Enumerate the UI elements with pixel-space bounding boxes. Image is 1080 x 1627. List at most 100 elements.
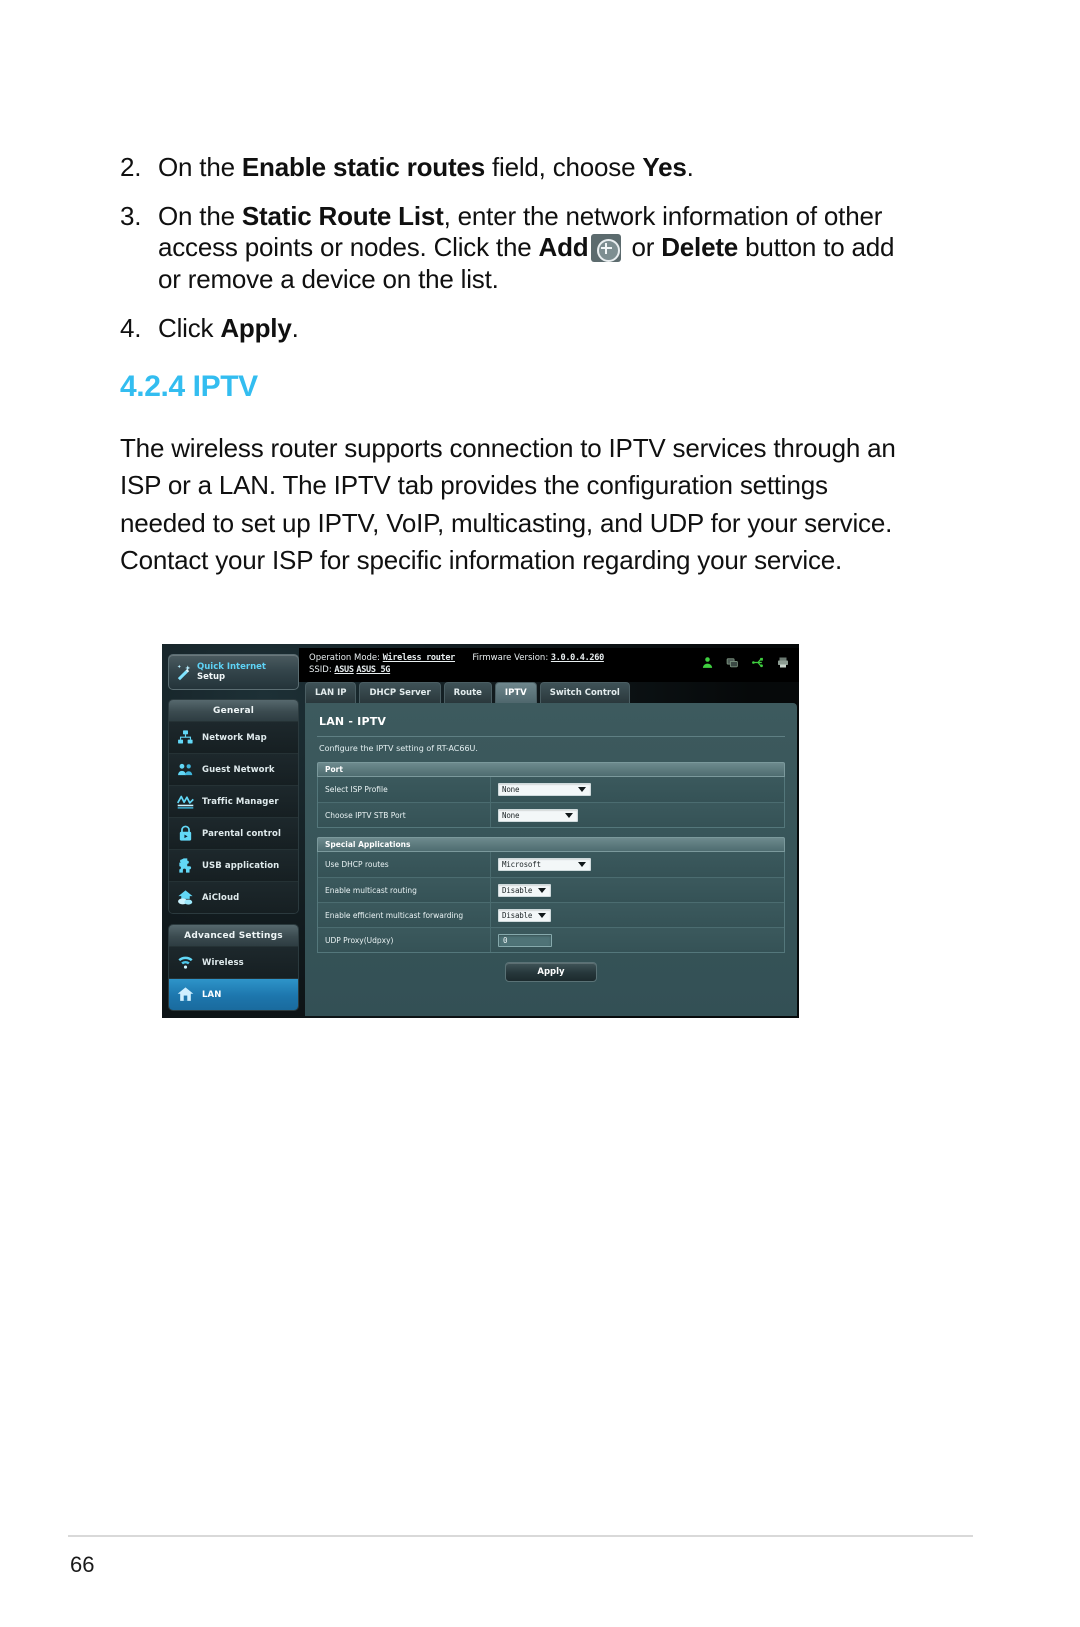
section-heading: 4.2.4 IPTV: [120, 369, 258, 403]
firmware-value[interactable]: 3.0.0.4.260: [551, 653, 604, 663]
lock-icon: [179, 825, 192, 841]
row-value: None: [491, 808, 784, 822]
network-map-icon: [178, 730, 193, 744]
sidebar-item-usb-application[interactable]: USB application: [169, 849, 298, 881]
sidebar-item-parental-control[interactable]: Parental control: [169, 817, 298, 849]
add-plus-vertical: [605, 242, 608, 254]
settings-table-port: Select ISP Profile None Choose IPTV STB …: [317, 777, 785, 828]
add-circle-icon: [591, 234, 622, 263]
select-isp-profile-dropdown[interactable]: None: [498, 783, 591, 796]
step-text-mid-2: or: [624, 232, 662, 263]
chevron-down-icon: [538, 912, 547, 918]
sidebar-item-traffic-manager[interactable]: Traffic Manager: [169, 785, 298, 817]
router-main-area: Operation Mode: Wireless router Firmware…: [299, 644, 799, 1018]
use-dhcp-routes-dropdown[interactable]: Microsoft: [498, 858, 591, 871]
sidebar-group-title: Advanced Settings: [169, 925, 298, 946]
select-value: None: [502, 810, 520, 820]
sidebar-item-wireless[interactable]: Wireless: [169, 946, 298, 978]
step-text-lead: On the: [158, 152, 242, 182]
sidebar-item-label: USB application: [202, 860, 280, 871]
quick-internet-setup-button[interactable]: Quick Internet Setup: [168, 654, 299, 690]
row-value: 0: [491, 933, 784, 947]
select-value: Disable: [502, 885, 533, 895]
chevron-down-icon: [565, 812, 573, 818]
tab-iptv[interactable]: IPTV: [494, 682, 537, 703]
tab-route[interactable]: Route: [443, 682, 492, 703]
sidebar-item-label: LAN: [202, 989, 222, 1000]
table-row: Enable multicast routing Disable: [318, 877, 784, 902]
table-row: Choose IPTV STB Port None: [318, 802, 784, 827]
router-ui-screenshot: Quick InternetSetup General Network Map: [162, 644, 799, 1018]
select-value: Disable: [502, 910, 533, 920]
step-number: 2.: [120, 152, 142, 182]
row-value: Microsoft: [491, 858, 784, 871]
page-number: 66: [70, 1552, 95, 1577]
step-number: 3.: [120, 201, 142, 232]
table-row: Enable efficient multicast forwarding Di…: [318, 902, 784, 927]
row-label: Choose IPTV STB Port: [318, 803, 491, 827]
step-text: On the Enable static routes field, choos…: [158, 152, 920, 183]
chevron-down-icon: [578, 862, 586, 867]
ssid-value-5g[interactable]: ASUS_5G: [356, 665, 390, 675]
tab-dhcp-server[interactable]: DHCP Server: [359, 682, 441, 703]
traffic-manager-icon: [177, 795, 194, 809]
step-text: Click Apply.: [158, 313, 920, 344]
row-value: Disable: [491, 908, 784, 922]
divider: [317, 736, 785, 737]
step-text-lead: Click: [158, 312, 221, 343]
sidebar-group-title: General: [169, 700, 298, 721]
row-label: Enable multicast routing: [318, 878, 491, 902]
step-text: On the Static Route List, enter the netw…: [158, 201, 920, 295]
guest-network-icon: [178, 763, 193, 776]
ssid-value-24g[interactable]: ASUS: [334, 665, 354, 675]
operation-mode-label: Operation Mode:: [309, 653, 381, 663]
table-row: UDP Proxy(Udpxy) 0: [318, 927, 784, 952]
network-icon[interactable]: [726, 656, 739, 669]
sidebar-item-label: Guest Network: [202, 764, 275, 775]
step-text-lead: On the: [158, 201, 242, 232]
select-value: Microsoft: [502, 860, 541, 869]
body-paragraph: The wireless router supports connection …: [120, 432, 896, 576]
quick-setup-label: Quick Internet Setup: [197, 662, 266, 683]
sidebar-item-label: Parental control: [202, 828, 281, 839]
tab-switch-control[interactable]: Switch Control: [539, 682, 630, 703]
step-text-tail: .: [686, 152, 694, 182]
quick-setup-line2: Setup: [197, 672, 226, 682]
operation-mode-value[interactable]: Wireless router: [383, 653, 456, 663]
sidebar-group-general: General Network Map Guest Network Traffi…: [168, 699, 299, 914]
section-header-port: Port: [317, 762, 785, 777]
user-icon[interactable]: [701, 656, 714, 669]
settings-table-special-applications: Use DHCP routes Microsoft Enable multica…: [317, 852, 785, 953]
step-emphasis: Static Route List: [241, 201, 444, 232]
page-content: 2. On the Enable static routes field, ch…: [120, 152, 920, 580]
usb-icon[interactable]: [751, 656, 765, 669]
panel-content: LAN - IPTV Configure the IPTV setting of…: [305, 703, 797, 1016]
row-value: Disable: [491, 883, 784, 897]
sidebar-item-lan[interactable]: LAN: [169, 978, 298, 1010]
sidebar-item-network-map[interactable]: Network Map: [169, 721, 298, 753]
enable-efficient-multicast-forwarding-dropdown[interactable]: Disable: [498, 908, 552, 922]
chevron-down-icon: [538, 887, 547, 893]
tab-bar: LAN IP DHCP Server Route IPTV Switch Con…: [305, 682, 630, 703]
sidebar-item-aicloud[interactable]: AiCloud: [169, 881, 298, 913]
list-item: 4. Click Apply.: [120, 313, 920, 344]
table-row: Select ISP Profile None: [318, 777, 784, 802]
magic-wand-icon: [177, 664, 191, 680]
tab-lan-ip[interactable]: LAN IP: [305, 682, 357, 703]
sidebar-item-guest-network[interactable]: Guest Network: [169, 753, 298, 785]
printer-icon[interactable]: [777, 656, 789, 669]
apply-button[interactable]: Apply: [505, 962, 597, 982]
row-label: Enable efficient multicast forwarding: [318, 903, 491, 927]
choose-iptv-stb-port-dropdown[interactable]: None: [498, 808, 578, 822]
sidebar-item-label: AiCloud: [202, 892, 240, 903]
udp-proxy-input[interactable]: 0: [498, 933, 552, 947]
ssid-label: SSID:: [309, 665, 332, 676]
row-value: None: [491, 783, 784, 796]
cloud-home-icon: [178, 890, 193, 905]
enable-multicast-routing-dropdown[interactable]: Disable: [498, 883, 552, 897]
list-item: 3. On the Static Route List, enter the n…: [120, 201, 920, 295]
apply-row: Apply: [317, 962, 785, 982]
sidebar-item-label: Wireless: [202, 957, 244, 968]
footer-divider: [68, 1535, 973, 1537]
step-text-mid: field, choose: [484, 152, 643, 182]
